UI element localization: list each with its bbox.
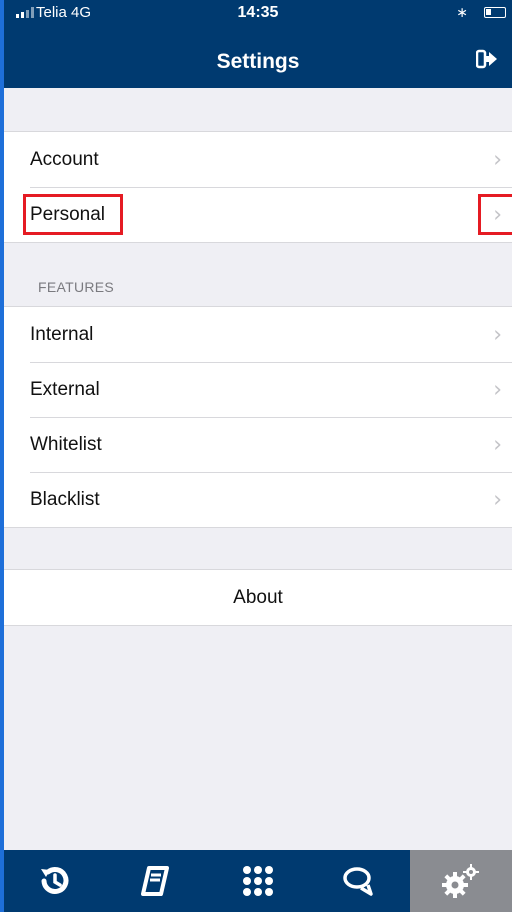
chevron-right-icon: › xyxy=(493,322,502,347)
account-row[interactable]: Account › xyxy=(4,132,512,187)
blacklist-row[interactable]: Blacklist › xyxy=(4,472,512,527)
logout-icon[interactable] xyxy=(476,48,498,70)
tab-settings[interactable] xyxy=(410,850,512,912)
chevron-right-icon: › xyxy=(493,432,502,457)
contacts-book-icon xyxy=(141,866,170,896)
battery-icon xyxy=(484,7,506,18)
internal-row[interactable]: Internal › xyxy=(4,307,512,362)
about-row[interactable]: About xyxy=(4,570,512,625)
keypad-icon xyxy=(242,866,273,896)
personal-label: Personal xyxy=(30,203,105,225)
tab-contacts[interactable] xyxy=(106,850,208,912)
status-time: 14:35 xyxy=(237,4,279,21)
bluetooth-icon: ∗ xyxy=(456,4,468,20)
settings-screen: Telia 4G 14:35 ∗ Settings Account › Pers… xyxy=(0,0,512,912)
tab-chat[interactable] xyxy=(309,850,411,912)
external-row[interactable]: External › xyxy=(4,362,512,417)
chevron-right-icon: › xyxy=(493,202,502,227)
recents-icon xyxy=(40,867,69,894)
account-group: Account › Personal › xyxy=(4,131,512,243)
about-label: About xyxy=(233,586,283,608)
features-section-header: FEATURES xyxy=(38,279,115,295)
header: Telia 4G 14:35 ∗ Settings xyxy=(4,0,512,88)
chevron-right-icon: › xyxy=(493,487,502,512)
whitelist-row[interactable]: Whitelist › xyxy=(4,417,512,472)
chevron-right-icon: › xyxy=(493,147,502,172)
tab-recents[interactable] xyxy=(4,850,106,912)
whitelist-label: Whitelist xyxy=(30,433,102,455)
about-group: About xyxy=(4,569,512,626)
tab-keypad[interactable] xyxy=(207,850,309,912)
status-bar: Telia 4G 14:35 ∗ xyxy=(4,0,512,26)
account-label: Account xyxy=(30,148,99,170)
features-group: Internal › External › Whitelist › Blackl… xyxy=(4,306,512,528)
internal-label: Internal xyxy=(30,323,94,345)
settings-gears-icon xyxy=(442,864,480,898)
blacklist-label: Blacklist xyxy=(30,488,100,510)
external-label: External xyxy=(30,378,100,400)
page-title: Settings xyxy=(216,50,300,73)
tab-bar xyxy=(4,850,512,912)
chat-icon xyxy=(342,867,373,896)
chevron-right-icon: › xyxy=(493,377,502,402)
personal-row[interactable]: Personal › xyxy=(4,187,512,242)
